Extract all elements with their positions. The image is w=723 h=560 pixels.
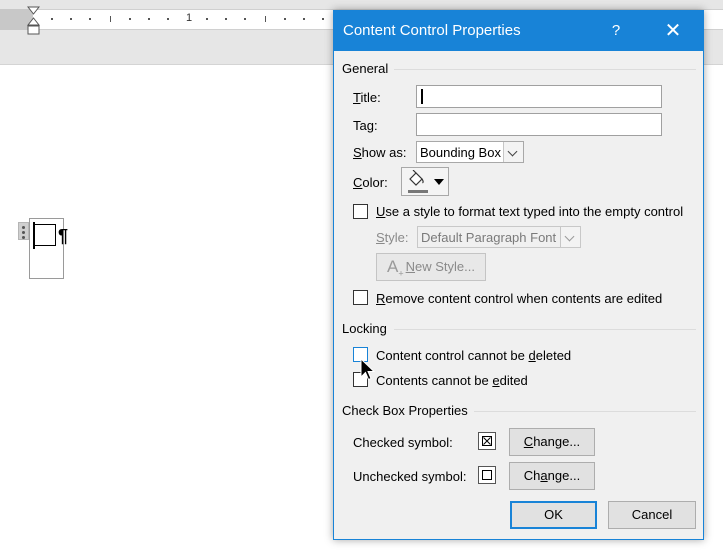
ruler-tick — [303, 18, 305, 20]
style-select[interactable]: Default Paragraph Font — [417, 226, 581, 248]
use-style-label[interactable]: Use a style to format text typed into th… — [376, 204, 683, 219]
show-as-value: Bounding Box — [420, 145, 501, 160]
dialog-title: Content Control Properties — [343, 22, 521, 39]
checked-box-icon — [482, 436, 492, 446]
color-picker-button[interactable] — [401, 167, 449, 196]
chevron-down-icon[interactable] — [560, 227, 580, 247]
checkbox-properties-heading: Check Box Properties — [342, 403, 468, 418]
use-style-checkbox[interactable] — [353, 204, 368, 219]
unchecked-box-icon — [482, 470, 492, 480]
close-icon[interactable]: ✕ — [655, 17, 691, 45]
tag-input[interactable] — [416, 113, 662, 136]
style-value: Default Paragraph Font — [421, 230, 557, 245]
checked-symbol-label: Checked symbol: — [353, 435, 453, 450]
text-cursor — [33, 222, 35, 249]
ruler-tick — [110, 16, 111, 22]
general-divider — [394, 69, 696, 70]
new-style-button[interactable]: A+ New Style... — [376, 253, 486, 281]
paint-bucket-icon — [409, 170, 424, 186]
question-icon[interactable]: ? — [602, 19, 630, 43]
new-style-icon: A+ — [387, 257, 404, 279]
ruler-tick — [244, 18, 246, 20]
unchecked-symbol-label: Unchecked symbol: — [353, 469, 467, 484]
locking-divider — [394, 329, 696, 330]
mouse-pointer-icon — [360, 358, 376, 381]
ruler-tick — [167, 18, 169, 20]
remove-control-label[interactable]: Remove content control when contents are… — [376, 291, 662, 306]
title-label: Title: — [353, 90, 381, 105]
remove-control-checkbox[interactable] — [353, 290, 368, 305]
ruler-tick — [70, 18, 72, 20]
ruler-tick — [206, 18, 208, 20]
cannot-delete-label[interactable]: Content control cannot be deleted — [376, 348, 571, 363]
general-heading: General — [342, 61, 389, 76]
paragraph-mark: ¶ — [58, 226, 69, 246]
ruler-tick — [129, 18, 131, 20]
cannot-edit-label[interactable]: Contents cannot be edited — [376, 373, 528, 388]
show-as-select[interactable]: Bounding Box — [416, 141, 524, 163]
color-label: Color: — [353, 175, 388, 190]
locking-heading: Locking — [342, 321, 387, 336]
content-control-handle[interactable] — [18, 222, 29, 240]
document-checkbox[interactable] — [34, 224, 56, 246]
show-as-label: Show as: — [353, 145, 407, 160]
ruler-tick — [51, 18, 53, 20]
change-checked-symbol-button[interactable]: Change... — [509, 428, 595, 456]
title-input[interactable] — [416, 85, 662, 108]
style-label: Style: — [376, 230, 409, 245]
ruler-tick — [322, 18, 324, 20]
indent-marker-icon[interactable] — [27, 6, 40, 36]
checkbox-properties-divider — [474, 411, 696, 412]
dialog-titlebar[interactable]: Content Control Properties ? ✕ — [334, 11, 703, 51]
chevron-down-icon[interactable] — [503, 142, 523, 162]
dropdown-triangle-icon — [434, 179, 444, 185]
ruler-tick — [225, 18, 227, 20]
cancel-button[interactable]: Cancel — [608, 501, 696, 529]
ok-button[interactable]: OK — [510, 501, 597, 529]
ruler-tick — [284, 18, 286, 20]
checked-symbol-preview — [478, 432, 496, 450]
title-input-caret — [421, 89, 423, 104]
tag-label: Tag: — [353, 118, 378, 133]
content-control-properties-dialog: Content Control Properties ? ✕ General T… — [333, 10, 704, 540]
ruler-number: 1 — [186, 12, 193, 24]
change-unchecked-symbol-button[interactable]: Change... — [509, 462, 595, 490]
ruler-tick — [89, 18, 91, 20]
color-swatch — [408, 190, 428, 193]
ruler-tick — [265, 16, 266, 22]
unchecked-symbol-preview — [478, 466, 496, 484]
ruler-tick — [148, 18, 150, 20]
